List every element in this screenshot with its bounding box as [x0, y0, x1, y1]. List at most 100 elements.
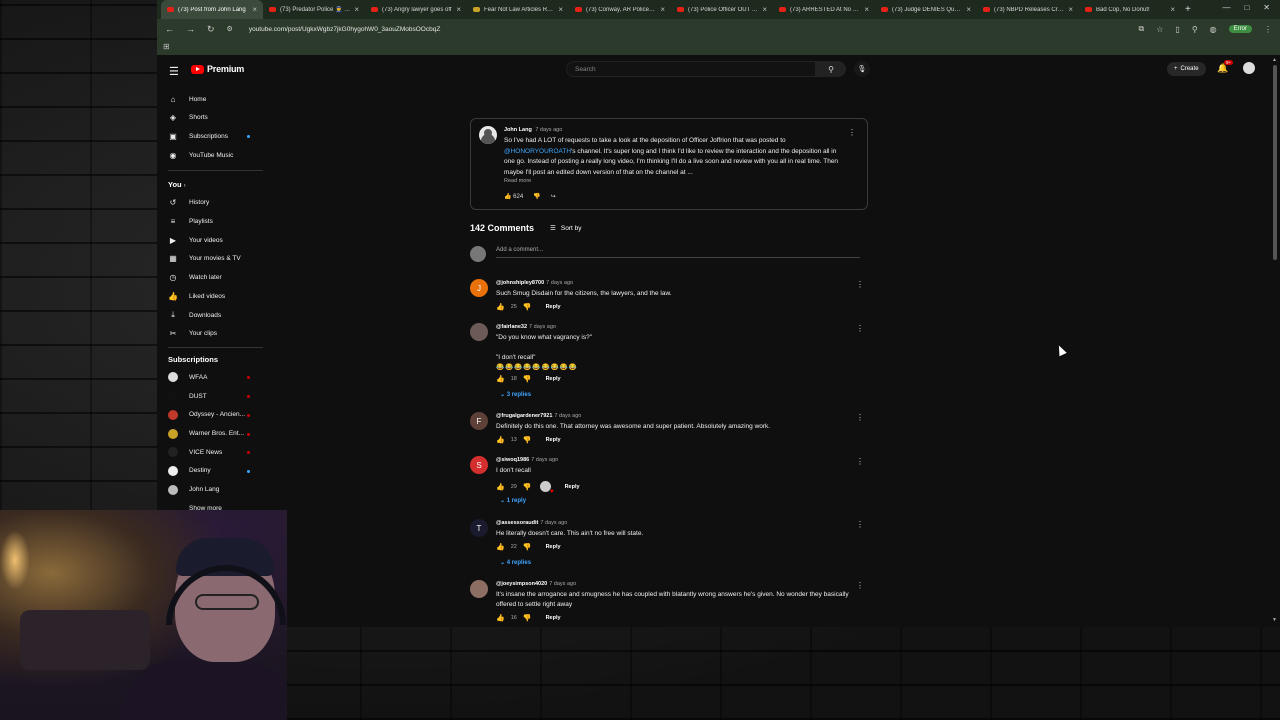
- sidebar-item[interactable]: ≡ Playlists: [168, 214, 213, 230]
- thumbs-up-icon[interactable]: 👍: [496, 303, 505, 311]
- comment-date[interactable]: 7 days ago: [531, 457, 558, 463]
- commenter-avatar[interactable]: F: [470, 412, 488, 430]
- close-tab-icon[interactable]: ×: [660, 5, 665, 14]
- browser-tab[interactable]: (73) Post from John Lang ×: [161, 0, 263, 19]
- sort-by-button[interactable]: ☰ Sort by: [550, 224, 581, 233]
- comment-more-icon[interactable]: ⋮: [856, 520, 864, 529]
- sidebar-item[interactable]: 👍 Liked videos: [168, 288, 225, 304]
- site-info-icon[interactable]: ⚙: [227, 25, 233, 33]
- view-replies-button[interactable]: ⌄ 1 reply: [500, 497, 526, 504]
- close-window-icon[interactable]: ✕: [1263, 3, 1270, 12]
- thumbs-down-icon[interactable]: 👎: [523, 614, 532, 622]
- like-button[interactable]: 👍 624: [504, 193, 523, 200]
- sidebar-item[interactable]: ↺ History: [168, 195, 210, 211]
- sidebar-item[interactable]: ◈ Shorts: [168, 110, 208, 126]
- browser-tab[interactable]: Fear Not Law Articles Role ×: [467, 0, 569, 19]
- comment-date[interactable]: 7 days ago: [546, 280, 573, 286]
- browser-tab[interactable]: (73) NBPD Releases Critica ×: [977, 0, 1079, 19]
- new-tab-icon[interactable]: +: [1185, 4, 1191, 15]
- thumbs-up-icon[interactable]: 👍: [496, 483, 505, 491]
- browser-tab[interactable]: (73) Judge DENIES Qualific ×: [875, 0, 977, 19]
- add-comment-input[interactable]: Add a comment...: [496, 247, 543, 253]
- scroll-up-icon[interactable]: ▲: [1272, 57, 1277, 63]
- sidebar-item[interactable]: ▦ Your movies & TV: [168, 251, 240, 267]
- hamburger-menu-icon[interactable]: ☰: [169, 65, 179, 78]
- comment-username[interactable]: @joeysimpson4020: [496, 581, 547, 587]
- menu-dots-icon[interactable]: ⋮: [1264, 25, 1272, 34]
- subscription-item[interactable]: WFAA: [168, 369, 207, 385]
- comment-more-icon[interactable]: ⋮: [856, 324, 864, 333]
- thumbs-up-icon[interactable]: 👍: [496, 375, 505, 383]
- share-button[interactable]: ↪: [551, 193, 556, 200]
- subscription-item[interactable]: Destiny: [168, 463, 211, 479]
- browser-tab[interactable]: (73) ARRESTED At No King ×: [773, 0, 875, 19]
- comment-more-icon[interactable]: ⋮: [856, 413, 864, 422]
- comment-username[interactable]: @fairlane32: [496, 324, 527, 330]
- commenter-avatar[interactable]: T: [470, 519, 488, 537]
- subscription-item[interactable]: Warner Bros. Ent...: [168, 426, 244, 442]
- view-replies-button[interactable]: ⌄ 4 replies: [500, 559, 531, 566]
- mention-link[interactable]: @HONORYOUROATH: [504, 148, 571, 155]
- profile-error-pill[interactable]: Error: [1228, 25, 1252, 33]
- reply-button[interactable]: Reply: [546, 437, 561, 443]
- search-input[interactable]: Search: [566, 61, 816, 77]
- thumbs-up-icon[interactable]: 👍: [496, 436, 505, 444]
- sidepanel-icon[interactable]: ▯: [1175, 25, 1179, 34]
- close-tab-icon[interactable]: ×: [252, 5, 257, 14]
- dislike-button[interactable]: 👎: [533, 193, 540, 200]
- scroll-down-icon[interactable]: ▼: [1272, 617, 1277, 623]
- comment-username[interactable]: @siwoq1986: [496, 457, 529, 463]
- post-date[interactable]: 7 days ago: [535, 127, 562, 133]
- subscription-item[interactable]: Odyssey - Ancien...: [168, 407, 245, 423]
- reply-button[interactable]: Reply: [546, 615, 561, 621]
- comment-username[interactable]: @assessoraudit: [496, 520, 538, 526]
- browser-tab[interactable]: (73) Angry lawyer goes off ×: [365, 0, 467, 19]
- subscription-item[interactable]: John Lang: [168, 482, 219, 498]
- minimize-icon[interactable]: —: [1222, 3, 1230, 12]
- reload-icon[interactable]: ↻: [207, 24, 215, 35]
- close-tab-icon[interactable]: ×: [354, 5, 359, 14]
- commenter-avatar[interactable]: [470, 580, 488, 598]
- post-more-icon[interactable]: ⋮: [848, 128, 856, 137]
- you-section-heading[interactable]: You ›: [168, 180, 186, 189]
- commenter-avatar[interactable]: J: [470, 279, 488, 297]
- sidebar-item[interactable]: ⤓ Downloads: [168, 307, 221, 323]
- profile-icon[interactable]: ◍: [1210, 25, 1217, 34]
- subscription-item[interactable]: DUST: [168, 388, 207, 404]
- close-tab-icon[interactable]: ×: [966, 5, 971, 14]
- back-icon[interactable]: ←: [165, 24, 174, 34]
- thumbs-down-icon[interactable]: 👎: [523, 483, 532, 491]
- post-author[interactable]: John Lang: [504, 127, 532, 133]
- sidebar-item[interactable]: ◷ Watch later: [168, 270, 222, 286]
- post-author-avatar[interactable]: [479, 126, 497, 144]
- browser-tab[interactable]: (73) Predator Police 👮 ge ×: [263, 0, 365, 19]
- close-tab-icon[interactable]: ×: [1170, 5, 1175, 14]
- add-comment-box[interactable]: Add a comment...: [470, 245, 860, 263]
- browser-tab[interactable]: Bad Cop, No Donut! ×: [1079, 0, 1181, 19]
- sidebar-item[interactable]: ◉ YouTube Music: [168, 147, 234, 163]
- extensions-icon[interactable]: ⚲: [1192, 25, 1198, 34]
- bookmark-star-icon[interactable]: ☆: [1156, 25, 1163, 34]
- install-icon[interactable]: ⧉: [1139, 24, 1145, 34]
- thumbs-up-icon[interactable]: 👍: [496, 543, 505, 551]
- account-avatar[interactable]: [1243, 62, 1255, 74]
- sidebar-item[interactable]: ▣ Subscriptions: [168, 128, 228, 144]
- sidebar-item[interactable]: ▶ Your videos: [168, 232, 223, 248]
- comment-more-icon[interactable]: ⋮: [856, 457, 864, 466]
- maximize-icon[interactable]: □: [1244, 3, 1249, 12]
- page-scrollbar[interactable]: ▲ ▼: [1272, 57, 1278, 623]
- create-button[interactable]: + Create: [1167, 62, 1206, 76]
- youtube-premium-logo[interactable]: Premium: [191, 64, 244, 74]
- thumbs-down-icon[interactable]: 👎: [523, 303, 532, 311]
- comment-more-icon[interactable]: ⋮: [856, 581, 864, 590]
- reply-button[interactable]: Reply: [546, 304, 561, 310]
- comment-more-icon[interactable]: ⋮: [856, 280, 864, 289]
- reply-button[interactable]: Reply: [546, 376, 561, 382]
- comment-username[interactable]: @johnshipley8700: [496, 280, 544, 286]
- url-field[interactable]: youtube.com/post/UgkxWgbz7jkG0hygohW0_3a…: [249, 26, 440, 33]
- comment-date[interactable]: 7 days ago: [540, 520, 567, 526]
- close-tab-icon[interactable]: ×: [558, 5, 563, 14]
- comment-date[interactable]: 7 days ago: [529, 324, 556, 330]
- close-tab-icon[interactable]: ×: [456, 5, 461, 14]
- sidebar-item[interactable]: ✂ Your clips: [168, 326, 217, 342]
